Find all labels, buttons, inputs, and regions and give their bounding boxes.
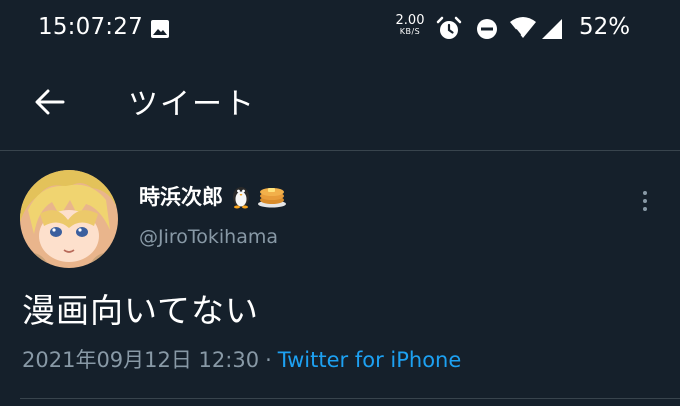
avatar-image	[20, 170, 118, 268]
page-title: ツイート	[128, 87, 256, 122]
user-handle[interactable]: @JiroTokihama	[139, 226, 278, 248]
network-speed-value: 2.00	[395, 13, 425, 28]
pancake-emoji-icon	[258, 188, 286, 208]
battery-percent: 52%	[579, 14, 631, 40]
divider	[20, 398, 680, 399]
cellular-signal-icon	[542, 19, 562, 39]
tweet-detail-screen: 15:07:27 2.00 KB/S 52% ツイート 時浜次郎 @JiroTo…	[0, 0, 680, 406]
avatar[interactable]	[20, 170, 118, 268]
status-bar: 15:07:27 2.00 KB/S 52%	[0, 0, 680, 58]
top-app-bar: ツイート	[0, 58, 680, 151]
tweet-meta: 2021年09月12日 12:30 · Twitter for iPhone	[22, 344, 461, 374]
more-vertical-icon-dot	[643, 199, 647, 203]
more-vertical-icon-dot	[643, 191, 647, 195]
display-name: 時浜次郎	[139, 185, 223, 209]
do-not-disturb-icon	[477, 19, 497, 39]
alarm-icon	[436, 16, 462, 39]
tweet-timestamp: 2021年09月12日 12:30	[22, 348, 260, 372]
display-name-row[interactable]: 時浜次郎	[139, 180, 287, 212]
arrow-left-icon	[35, 89, 65, 115]
tweet-source-link[interactable]: Twitter for iPhone	[278, 348, 462, 372]
network-speed-unit: KB/S	[399, 27, 421, 36]
gallery-icon	[151, 20, 169, 38]
network-speed: 2.00 KB/S	[394, 14, 426, 36]
status-time: 15:07:27	[38, 14, 143, 40]
tweet-text: 漫画向いてない	[22, 291, 260, 330]
more-vertical-icon-dot	[643, 207, 647, 211]
meta-separator: ·	[265, 348, 272, 372]
wifi-icon	[510, 17, 536, 38]
more-options-button[interactable]	[630, 184, 660, 218]
back-button[interactable]	[28, 80, 72, 124]
penguin-emoji-icon	[233, 187, 249, 209]
